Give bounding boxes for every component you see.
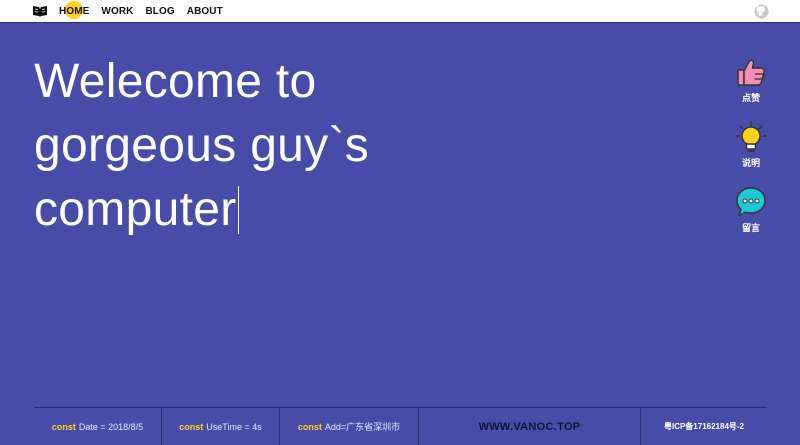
footer-site-link[interactable]: WWW.VANOC.TOP	[419, 407, 641, 445]
icp-number: 粤ICP备17162184号-2	[663, 422, 745, 431]
info-button[interactable]: 说明	[731, 121, 771, 169]
like-button[interactable]: 点赞	[731, 56, 771, 104]
hero-heading: Welecome to gorgeous guy`s computer	[34, 50, 554, 242]
footer-address: const Add=广东省深圳市	[280, 407, 419, 445]
thumbs-up-icon	[737, 59, 765, 86]
top-navigation-bar: HOME WORK BLOG ABOUT	[0, 0, 800, 23]
nav-item-label: BLOG	[145, 6, 175, 17]
hero-line-last: computer	[34, 178, 554, 242]
book-logo-icon[interactable]	[32, 5, 48, 18]
nav-item-about[interactable]: ABOUT	[187, 6, 223, 17]
info-label: 说明	[741, 159, 760, 169]
message-button[interactable]: 留言	[731, 186, 771, 234]
const-keyword: const	[179, 421, 204, 432]
main-nav: HOME WORK BLOG ABOUT	[59, 0, 235, 23]
const-keyword: const	[297, 421, 322, 432]
nav-item-label: ABOUT	[186, 6, 223, 17]
site-url: WWW.VANOC.TOP	[478, 420, 581, 433]
lightbulb-icon	[735, 121, 767, 152]
nav-item-home[interactable]: HOME	[59, 1, 90, 19]
footer-icp-link[interactable]: 粤ICP备17162184号-2	[641, 408, 767, 445]
footer-usetime: const UseTime = 4s	[162, 407, 280, 445]
footer-date: const Date = 2018/8/5	[34, 407, 162, 445]
nav-item-label: HOME	[59, 6, 90, 17]
nav-item-blog[interactable]: BLOG	[145, 6, 174, 17]
footer-usetime-text: UseTime = 4s	[206, 421, 262, 432]
nav-item-work[interactable]: WORK	[101, 6, 133, 17]
like-label: 点赞	[741, 94, 760, 104]
chat-bubble-icon	[736, 187, 766, 217]
message-label: 留言	[741, 224, 760, 234]
nav-item-label: WORK	[101, 6, 134, 17]
hero-line: gorgeous guy`s	[34, 119, 370, 172]
hero-line-text: computer	[34, 183, 237, 236]
github-icon[interactable]	[754, 4, 769, 19]
footer-address-text: Add=广东省深圳市	[324, 422, 401, 432]
const-keyword: const	[51, 421, 76, 432]
hero-line: Welecome to	[34, 55, 317, 108]
footer-date-text: Date = 2018/8/5	[78, 421, 144, 432]
footer: const Date = 2018/8/5 const UseTime = 4s…	[34, 407, 767, 445]
typing-caret	[237, 186, 239, 234]
